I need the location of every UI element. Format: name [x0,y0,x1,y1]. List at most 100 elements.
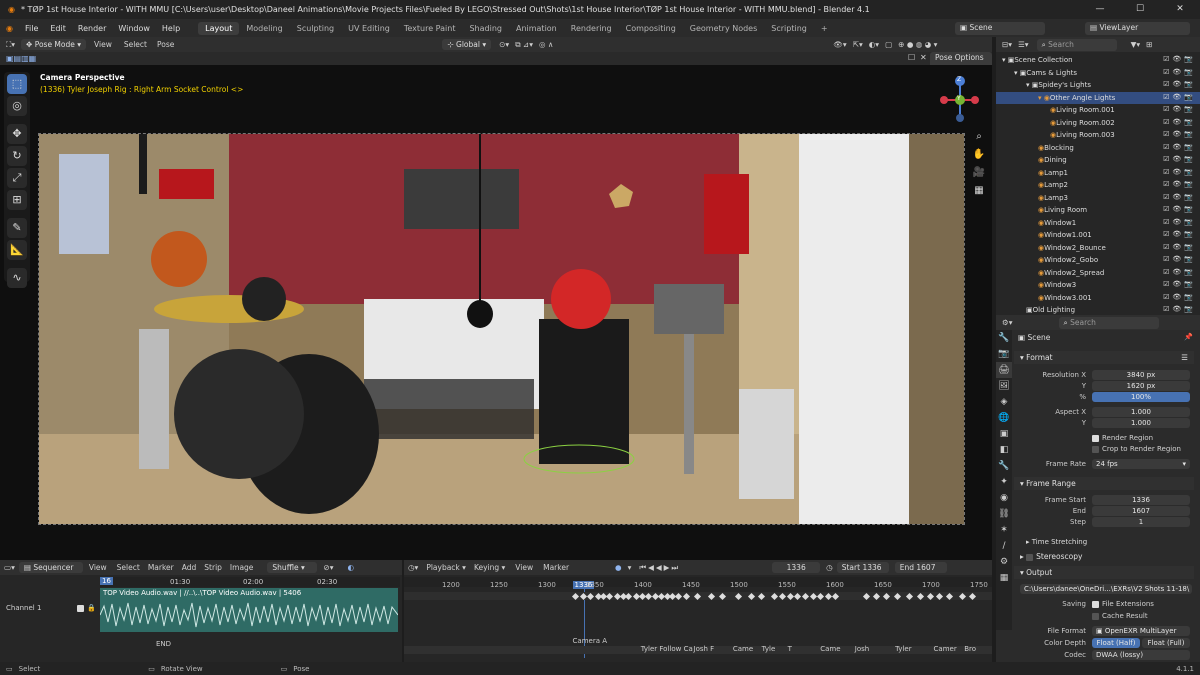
object-tab-icon[interactable]: ◧ [996,442,1012,458]
tl-menu-marker[interactable]: Marker [539,563,573,572]
outliner-row[interactable]: ◉ Window1 ☑👁📷 [996,217,1200,230]
preview-range-icon[interactable]: ◷ [826,563,833,572]
overlay-toggle-icon[interactable]: ◐ [347,563,354,572]
codec-dropdown[interactable]: DWAA (lossy) [1092,650,1190,660]
frame-end-field[interactable]: 1607 [1092,506,1190,516]
audio-strip[interactable]: TOP Video Audio.wav | //..\..\TOP Video … [100,588,398,632]
record-icon[interactable]: ● [615,563,622,572]
close-panel-icon[interactable]: ✕ [920,53,927,62]
constraints-tab-icon[interactable]: ⛓ [996,506,1012,522]
output-tab-icon[interactable]: 🖨 [996,362,1012,378]
outliner-row[interactable]: ▾ ▣ Scene Collection ☑👁📷 [996,54,1200,67]
modifier-tab-icon[interactable]: 🔧 [996,458,1012,474]
crop-region-checkbox[interactable]: Crop to Render Region [1092,445,1181,453]
view-layer-tab-icon[interactable]: 🖼 [996,378,1012,394]
frame-start-field[interactable]: 1336 [1092,495,1190,505]
cursor-tool-icon[interactable]: ◎ [7,96,27,116]
outliner-editor-icon[interactable]: ⊟▾ [996,40,1018,49]
timeline-marker[interactable]: Camera A [573,637,607,645]
tab-uv-editing[interactable]: UV Editing [341,22,397,35]
snap-icon[interactable]: ⧉ ⊿▾ [515,40,533,50]
overlay-icon[interactable]: ◐▾ [869,40,879,49]
outliner-row[interactable]: ◉ Dining ☑👁📷 [996,154,1200,167]
outliner-row[interactable]: ◉ Lamp2 ☑👁📷 [996,179,1200,192]
timeline-marker[interactable]: Josh F [694,645,715,653]
outliner-row[interactable]: ◉ Lamp3 ☑👁📷 [996,192,1200,205]
pin-icon[interactable]: 📌 [1184,333,1193,341]
outliner-row[interactable]: ◉ Window2_Gobo ☑👁📷 [996,254,1200,267]
menu-pose[interactable]: Pose [151,40,180,49]
tab-sculpting[interactable]: Sculpting [290,22,341,35]
seq-menu-image[interactable]: Image [226,563,258,572]
channel-controls[interactable]: 🔒 [77,604,96,612]
visibility-toggle-icon[interactable]: ☑👁📷 [1163,180,1196,188]
visibility-toggle-icon[interactable]: ☑👁📷 [1163,130,1196,138]
tl-menu-playback[interactable]: Playback ▾ [422,563,470,572]
pose-tool-icon[interactable]: ∿ [7,268,27,288]
camera-view-icon[interactable]: 🎥 [972,164,986,182]
color-depth-half-button[interactable]: Float (Half) [1092,638,1140,648]
tool-tab-icon[interactable]: 🔧 [996,330,1012,346]
output-path-field[interactable]: C:\Users\danee\OneDri...\EXRs\V2 Shots 1… [1020,584,1192,594]
visibility-toggle-icon[interactable]: ☑👁📷 [1163,205,1196,213]
visibility-toggle-icon[interactable]: ☑👁📷 [1163,143,1196,151]
add-workspace-button[interactable]: + [814,22,835,35]
navigation-gizmo[interactable]: Z Y [935,75,985,125]
outliner-row[interactable]: ▾ ▣ Spidey's Lights ☑👁📷 [996,79,1200,92]
format-section-header[interactable]: ▾ Format ☰ [1014,351,1194,364]
snap-magnet-icon[interactable]: ⊘▾ [323,563,333,572]
resolution-percent-field[interactable]: 100% [1092,392,1190,402]
resolution-y-field[interactable]: 1620 px [1092,381,1190,391]
new-collection-icon[interactable]: ⊞ [1146,40,1152,49]
render-tab-icon[interactable]: 📷 [996,346,1012,362]
sequencer-view-type[interactable]: ▤ Sequencer [18,562,83,573]
pan-hand-icon[interactable]: ✋ [972,146,986,164]
presets-icon[interactable]: ☰ [1181,351,1188,364]
outliner-row[interactable]: ▾ ▣ Cams & Lights ☑👁📷 [996,67,1200,80]
end-frame-field[interactable]: End 1607 [894,562,947,573]
select-box-tool-icon[interactable]: ⬚ [7,74,27,94]
lock-icon[interactable]: 🔒 [87,604,96,612]
xray-icon[interactable]: ▢ [885,40,892,49]
shuffle-dropdown[interactable]: Shuffle ▾ [267,562,318,573]
outliner-row[interactable]: ◉ Lamp1 ☑👁📷 [996,167,1200,180]
scene-tab-icon[interactable]: ◈ [996,394,1012,410]
menu-view[interactable]: View [86,40,120,49]
seq-menu-strip[interactable]: Strip [200,563,226,572]
bone-constraints-tab-icon[interactable]: ⚙ [996,554,1012,570]
sequencer-current-frame[interactable]: 16 [100,577,113,585]
menu-help[interactable]: Help [156,24,186,33]
tab-layout[interactable]: Layout [198,21,240,35]
outliner-row[interactable]: ◉ Window3 ☑👁📷 [996,279,1200,292]
outliner-row[interactable]: ◉ Living Room.002 ☑👁📷 [996,117,1200,130]
sequencer-editor-icon[interactable]: ▭▾ [0,563,19,572]
tab-rendering[interactable]: Rendering [564,22,619,35]
tab-shading[interactable]: Shading [462,22,509,35]
bone-tab-icon[interactable]: ∕ [996,538,1012,554]
outliner-search-input[interactable]: ⌕ Search [1036,38,1117,51]
seq-menu-marker[interactable]: Marker [144,563,178,572]
timeline-marker[interactable]: Tyler [895,645,911,653]
mode-selector[interactable]: ✥ Pose Mode ▾ [21,39,87,50]
frame-step-field[interactable]: 1 [1092,517,1190,527]
display-mode-icon[interactable]: ☰▾ [1018,40,1029,49]
gizmo-icon[interactable]: ⇱▾ [853,40,863,49]
tab-scripting[interactable]: Scripting [764,22,814,35]
aspect-y-field[interactable]: 1.000 [1092,418,1190,428]
seq-menu-add[interactable]: Add [178,563,201,572]
playback-controls-icon[interactable]: ⏮◀◀▶⏭ [639,563,680,573]
visibility-toggle-icon[interactable]: ☑👁📷 [1163,155,1196,163]
timeline-editor-icon[interactable]: ◷▾ [404,563,422,572]
timeline-marker[interactable]: Came [733,645,753,653]
visibility-toggle-icon[interactable]: ☑👁📷 [1163,168,1196,176]
tl-menu-view[interactable]: View [509,563,539,572]
transform-orientation[interactable]: ⊹ Global ▾ [442,39,492,50]
stereoscopy-section[interactable]: ▸ Stereoscopy [1014,550,1194,563]
outliner-row[interactable]: ▾ ◉ Other Angle Lights ☑👁📷 [996,91,1200,104]
timeline-marker[interactable]: Tyle [762,645,776,653]
physics-tab-icon[interactable]: ◉ [996,490,1012,506]
view-layer-selector[interactable]: ▤ ViewLayer [1085,22,1190,35]
collection-tab-icon[interactable]: ▣ [996,426,1012,442]
tab-geometry-nodes[interactable]: Geometry Nodes [683,22,764,35]
timeline-marker[interactable]: Josh [855,645,869,653]
